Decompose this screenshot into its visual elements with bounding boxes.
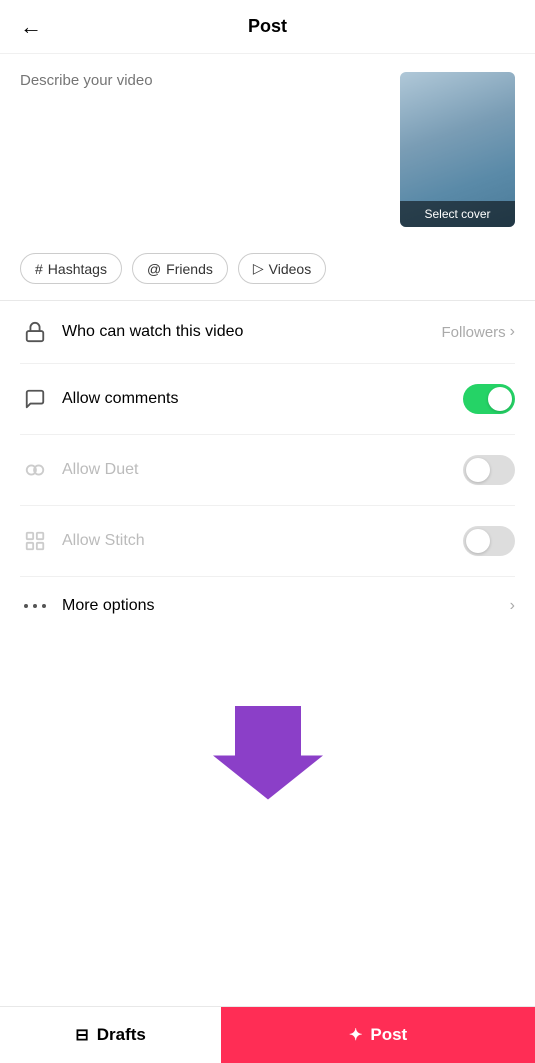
videos-label: Videos (269, 261, 312, 277)
allow-stitch-label: Allow Stitch (62, 532, 463, 550)
chevron-right-icon: › (510, 323, 515, 341)
who-can-watch-label: Who can watch this video (62, 323, 441, 341)
chevron-right-icon: › (510, 597, 515, 615)
header: ← Post (0, 0, 535, 54)
bottom-bar: ⊟ Drafts ✦ Post (0, 1006, 535, 1063)
arrow-decoration (0, 635, 535, 845)
allow-duet-row[interactable]: Allow Duet (20, 435, 515, 506)
play-icon: ▷ (253, 260, 264, 277)
followers-value: Followers (441, 324, 505, 341)
allow-comments-row[interactable]: Allow comments (20, 364, 515, 435)
hashtags-button[interactable]: # Hashtags (20, 253, 122, 284)
page-title: Post (248, 16, 287, 37)
more-options-row[interactable]: More options › (20, 577, 515, 635)
post-label: Post (370, 1025, 407, 1045)
allow-comments-toggle[interactable] (463, 384, 515, 414)
sparkle-icon: ✦ (349, 1025, 362, 1045)
toggle-knob (466, 529, 490, 553)
friends-label: Friends (166, 261, 213, 277)
lock-icon (20, 321, 50, 343)
allow-duet-toggle[interactable] (463, 455, 515, 485)
stitch-icon (20, 530, 50, 552)
download-arrow-icon (213, 695, 323, 805)
back-button[interactable]: ← (20, 14, 42, 40)
more-options-icon (20, 603, 50, 609)
allow-stitch-toggle[interactable] (463, 526, 515, 556)
settings-section: Who can watch this video Followers › All… (0, 301, 535, 635)
drafts-icon: ⊟ (75, 1025, 88, 1045)
description-area: Select cover (0, 54, 535, 245)
videos-button[interactable]: ▷ Videos (238, 253, 326, 284)
comment-icon (20, 388, 50, 410)
more-options-label: More options (62, 597, 510, 615)
post-button[interactable]: ✦ Post (221, 1007, 535, 1063)
drafts-label: Drafts (97, 1025, 146, 1045)
allow-duet-label: Allow Duet (62, 461, 463, 479)
allow-stitch-row[interactable]: Allow Stitch (20, 506, 515, 577)
drafts-button[interactable]: ⊟ Drafts (0, 1007, 221, 1063)
who-can-watch-row[interactable]: Who can watch this video Followers › (20, 301, 515, 364)
tags-row: # Hashtags @ Friends ▷ Videos (0, 245, 535, 300)
hash-icon: # (35, 261, 43, 277)
select-cover-label[interactable]: Select cover (400, 201, 515, 227)
duet-icon (20, 459, 50, 481)
hashtags-label: Hashtags (48, 261, 107, 277)
friends-button[interactable]: @ Friends (132, 253, 228, 284)
description-input[interactable] (20, 72, 384, 227)
at-icon: @ (147, 261, 161, 277)
toggle-knob (488, 387, 512, 411)
allow-comments-label: Allow comments (62, 390, 463, 408)
toggle-knob (466, 458, 490, 482)
video-thumbnail[interactable]: Select cover (400, 72, 515, 227)
